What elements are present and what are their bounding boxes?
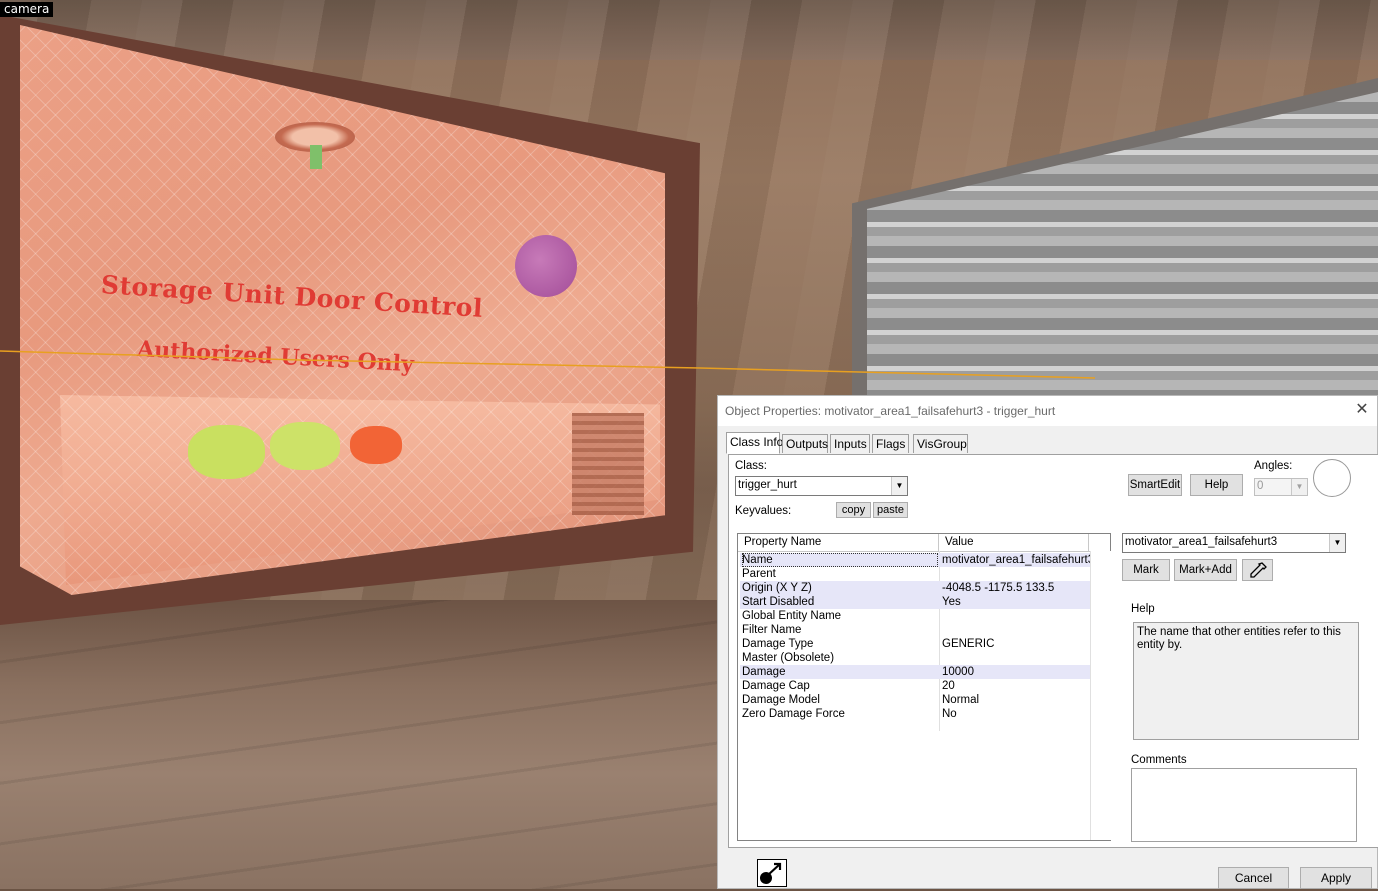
tab-outputs[interactable]: Outputs	[782, 434, 828, 453]
property-name-cell[interactable]: Name	[742, 553, 938, 567]
col-property-name[interactable]: Property Name	[738, 534, 939, 551]
comments-field[interactable]	[1131, 768, 1357, 842]
property-value-cell[interactable]: Normal	[942, 693, 1090, 707]
chevron-down-icon[interactable]: ▼	[1329, 534, 1345, 552]
dialog-titlebar[interactable]: Object Properties: motivator_area1_fails…	[718, 396, 1377, 426]
table-row[interactable]: Start Disabled Yes	[740, 595, 1090, 609]
help-text: The name that other entities refer to th…	[1137, 626, 1341, 651]
camera-label: camera	[0, 2, 54, 17]
table-row[interactable]: Origin (X Y Z) -4048.5 -1175.5 133.5	[740, 581, 1090, 595]
table-row[interactable]: Filter Name	[740, 623, 1090, 637]
property-name-cell[interactable]: Zero Damage Force	[742, 707, 938, 721]
grid-header: Property Name Value	[738, 534, 1110, 552]
property-name-cell[interactable]: Damage	[742, 665, 938, 679]
class-combo[interactable]: trigger_hurt ▼	[735, 476, 908, 496]
value-combo[interactable]: motivator_area1_failsafehurt3 ▼	[1122, 533, 1346, 553]
property-name-cell[interactable]: Parent	[742, 567, 938, 581]
property-name-cell[interactable]: Damage Cap	[742, 679, 938, 693]
entity-picker-icon[interactable]	[757, 859, 787, 887]
grid-scroll-column	[1090, 551, 1111, 840]
property-value-cell[interactable]: 20	[942, 679, 1090, 693]
cancel-button[interactable]: Cancel	[1218, 867, 1289, 889]
property-name-cell[interactable]: Origin (X Y Z)	[742, 581, 938, 595]
property-value-cell[interactable]: 10000	[942, 665, 1090, 679]
table-row[interactable]: Global Entity Name	[740, 609, 1090, 623]
table-row[interactable]: Damage Cap 20	[740, 679, 1090, 693]
property-value-cell[interactable]: No	[942, 707, 1090, 721]
property-value-cell[interactable]: GENERIC	[942, 637, 1090, 651]
table-row[interactable]: Name motivator_area1_failsafehurt3	[740, 553, 1090, 567]
keyvalues-grid[interactable]: Property Name Value Name motivator_area1_…	[737, 533, 1111, 841]
mark-add-button[interactable]: Mark+Add	[1174, 559, 1237, 581]
property-value-cell[interactable]: Yes	[942, 595, 1090, 609]
property-name-cell[interactable]: Damage Model	[742, 693, 938, 707]
property-name-cell[interactable]: Damage Type	[742, 637, 938, 651]
smartedit-toggle[interactable]: SmartEdit	[1128, 474, 1182, 496]
paste-button[interactable]: paste	[873, 502, 908, 518]
help-heading: Help	[1131, 603, 1155, 615]
table-row[interactable]: Damage Type GENERIC	[740, 637, 1090, 651]
property-value-cell[interactable]: -4048.5 -1175.5 133.5	[942, 581, 1090, 595]
angles-value: 0	[1257, 480, 1264, 492]
tab-flags[interactable]: Flags	[872, 434, 909, 453]
tab-inputs[interactable]: Inputs	[830, 434, 870, 453]
property-name-cell[interactable]: Start Disabled	[742, 595, 938, 609]
keyvalues-label: Keyvalues:	[735, 505, 792, 517]
class-value: trigger_hurt	[738, 479, 797, 491]
angles-label: Angles:	[1254, 460, 1293, 472]
property-name-cell[interactable]: Global Entity Name	[742, 609, 938, 623]
tab-class-info[interactable]: Class Info	[726, 432, 783, 454]
property-value-cell[interactable]: motivator_area1_failsafehurt3	[942, 553, 1090, 567]
property-name-cell[interactable]: Master (Obsolete)	[742, 651, 938, 665]
apply-button[interactable]: Apply	[1300, 867, 1372, 889]
copy-button[interactable]: copy	[836, 502, 871, 518]
table-row[interactable]: Master (Obsolete)	[740, 651, 1090, 665]
table-row[interactable]: Parent	[740, 567, 1090, 581]
chevron-down-icon[interactable]: ▼	[891, 477, 907, 495]
help-box: The name that other entities refer to th…	[1133, 622, 1359, 740]
help-button[interactable]: Help	[1190, 474, 1243, 496]
value-combo-text: motivator_area1_failsafehurt3	[1125, 536, 1278, 548]
close-icon[interactable]: ✕	[1353, 401, 1371, 419]
col-spacer	[1089, 534, 1110, 551]
comments-heading: Comments	[1131, 754, 1187, 766]
angles-combo[interactable]: 0 ▼	[1254, 478, 1308, 496]
mark-button[interactable]: Mark	[1122, 559, 1170, 581]
col-value[interactable]: Value	[939, 534, 1089, 551]
tab-visgroup[interactable]: VisGroup	[913, 434, 968, 453]
dialog-title: Object Properties: motivator_area1_fails…	[725, 404, 1056, 418]
property-name-cell[interactable]: Filter Name	[742, 623, 938, 637]
table-row[interactable]: Damage 10000	[740, 665, 1090, 679]
angles-dial[interactable]	[1313, 459, 1351, 497]
table-row[interactable]: Zero Damage Force No	[740, 707, 1090, 721]
eyedropper-icon[interactable]	[1242, 559, 1273, 581]
chevron-down-icon[interactable]: ▼	[1291, 479, 1307, 495]
table-row[interactable]: Damage Model Normal	[740, 693, 1090, 707]
class-label: Class:	[735, 460, 767, 472]
